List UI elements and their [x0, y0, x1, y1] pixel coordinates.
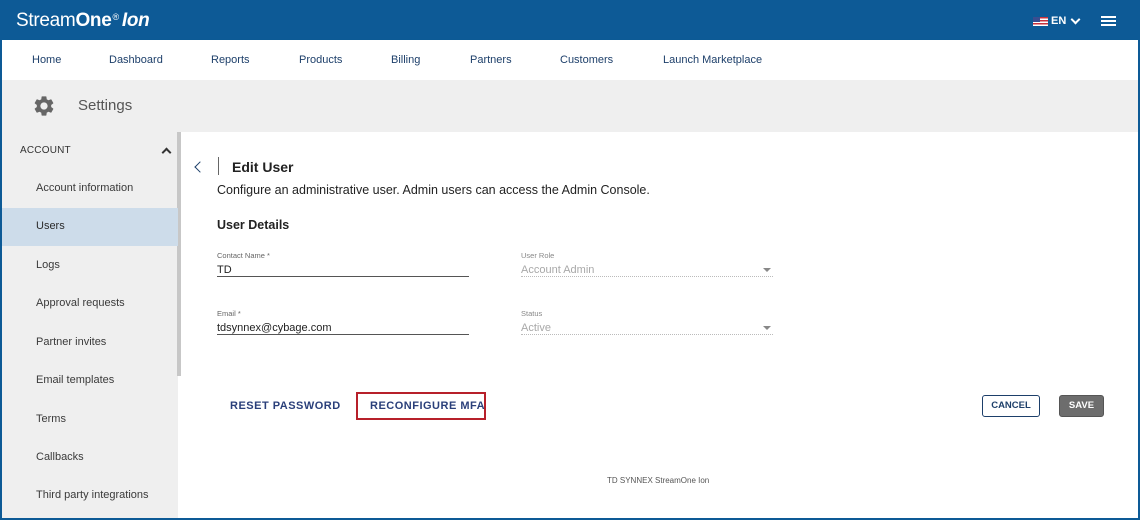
settings-title: Settings: [78, 97, 133, 114]
sidebar-item-label: Email templates: [36, 374, 115, 386]
page-title: Edit User: [232, 159, 294, 175]
contact-name-label: Contact Name *: [217, 251, 270, 260]
contact-name-field[interactable]: Contact Name * TD: [217, 251, 469, 277]
sidebar-item-approval-requests[interactable]: Approval requests: [2, 285, 178, 323]
nav-item-billing[interactable]: Billing: [391, 54, 420, 66]
contact-name-input[interactable]: TD: [217, 261, 469, 277]
nav-item-home[interactable]: Home: [32, 54, 61, 66]
sidebar-item-label: Callbacks: [36, 451, 84, 463]
sidebar-item-label: Terms: [36, 413, 66, 425]
app-window: StreamOne® Ion EN Home Dashboard Reports …: [0, 0, 1140, 520]
nav-item-partners[interactable]: Partners: [470, 54, 512, 66]
hamburger-menu-icon[interactable]: [1101, 16, 1116, 26]
nav-item-products[interactable]: Products: [299, 54, 342, 66]
brand-logo[interactable]: StreamOne® Ion: [16, 10, 150, 32]
nav-item-dashboard[interactable]: Dashboard: [109, 54, 163, 66]
language-selector[interactable]: EN: [1033, 14, 1081, 27]
footer-text: TD SYNNEX StreamOne Ion: [607, 476, 710, 485]
sidebar-item-label: Partner invites: [36, 336, 107, 348]
email-label: Email *: [217, 309, 241, 318]
sidebar-item-label: Approval requests: [36, 297, 125, 309]
nav-item-launch-marketplace[interactable]: Launch Marketplace: [663, 54, 762, 66]
user-role-select: User Role Account Admin: [521, 251, 773, 277]
sidebar-item-label: Logs: [36, 259, 60, 271]
sidebar-item-account-information[interactable]: Account information: [2, 170, 178, 208]
user-role-value: Account Admin: [521, 261, 773, 277]
sidebar-item-terms[interactable]: Terms: [2, 401, 178, 439]
sidebar-item-label: Users: [36, 220, 65, 232]
title-divider: [218, 157, 219, 175]
brand-word-stream: Stream: [16, 10, 76, 31]
settings-header: [2, 80, 1138, 132]
nav-item-reports[interactable]: Reports: [211, 54, 250, 66]
sidebar-item-email-templates[interactable]: Email templates: [2, 362, 178, 400]
brand-word-ion: Ion: [121, 10, 150, 31]
sidebar-item-users[interactable]: Users: [2, 208, 178, 246]
section-title-user-details: User Details: [217, 218, 290, 232]
brand-word-one: One: [75, 10, 112, 31]
cancel-button[interactable]: CANCEL: [982, 395, 1040, 417]
sidebar-item-label: Account information: [36, 182, 134, 194]
email-field[interactable]: Email * tdsynnex@cybage.com: [217, 309, 469, 335]
back-chevron-icon[interactable]: [194, 161, 206, 173]
top-bar: StreamOne® Ion: [2, 0, 1138, 40]
user-role-label: User Role: [521, 251, 555, 260]
reset-password-button[interactable]: RESET PASSWORD: [230, 400, 341, 412]
status-select: Status Active: [521, 309, 773, 335]
brand-registered-mark: ®: [112, 12, 120, 22]
status-label: Status: [521, 309, 543, 318]
gear-icon: [34, 96, 54, 116]
sidebar-item-label: Third party integrations: [36, 489, 149, 501]
sidebar-item-logs[interactable]: Logs: [2, 247, 178, 285]
dropdown-caret-icon: [763, 268, 771, 272]
sidebar-section-account[interactable]: ACCOUNT: [20, 145, 71, 156]
sidebar-item-callbacks[interactable]: Callbacks: [2, 439, 178, 477]
status-value: Active: [521, 319, 773, 335]
nav-item-customers[interactable]: Customers: [560, 54, 613, 66]
reconfigure-mfa-button[interactable]: RECONFIGURE MFA: [370, 400, 485, 412]
sidebar-item-partner-invites[interactable]: Partner invites: [2, 324, 178, 362]
language-label: EN: [1051, 15, 1067, 27]
chevron-down-icon: [1070, 14, 1081, 24]
page-description: Configure an administrative user. Admin …: [217, 183, 650, 197]
us-flag-icon: [1033, 16, 1048, 26]
email-input[interactable]: tdsynnex@cybage.com: [217, 319, 469, 335]
save-button[interactable]: SAVE: [1059, 395, 1104, 417]
sidebar-item-third-party-integrations[interactable]: Third party integrations: [2, 477, 178, 515]
dropdown-caret-icon: [763, 326, 771, 330]
